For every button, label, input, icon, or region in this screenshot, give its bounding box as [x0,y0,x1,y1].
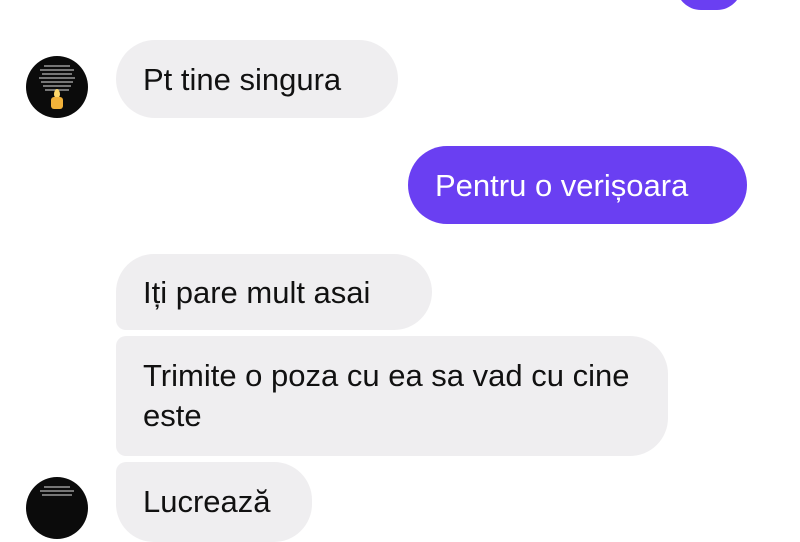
contact-avatar[interactable] [26,477,88,539]
message-text: Iți pare mult asai [143,275,371,310]
conversation-thread: Pt tine singura Pentru o verișoara Iți p… [0,0,800,542]
message-text: Pt tine singura [143,62,342,97]
message-bubble-incoming[interactable]: Trimite o poza cu ea sa vad cu cine este [116,336,668,456]
message-bubble-outgoing-partial[interactable] [676,0,742,10]
message-bubble-incoming[interactable]: Iți pare mult asai [116,254,432,330]
message-text: Lucrează [143,484,271,519]
message-text: Trimite o poza cu ea sa vad cu cine este [143,358,630,433]
message-bubble-incoming[interactable]: Pt tine singura [116,40,398,118]
contact-avatar[interactable] [26,56,88,118]
candle-icon [51,97,63,109]
message-bubble-outgoing[interactable]: Pentru o verișoara [408,146,747,224]
avatar-text-image [36,486,78,498]
message-text: Pentru o verișoara [435,168,689,203]
message-bubble-incoming[interactable]: Lucrează [116,462,312,542]
